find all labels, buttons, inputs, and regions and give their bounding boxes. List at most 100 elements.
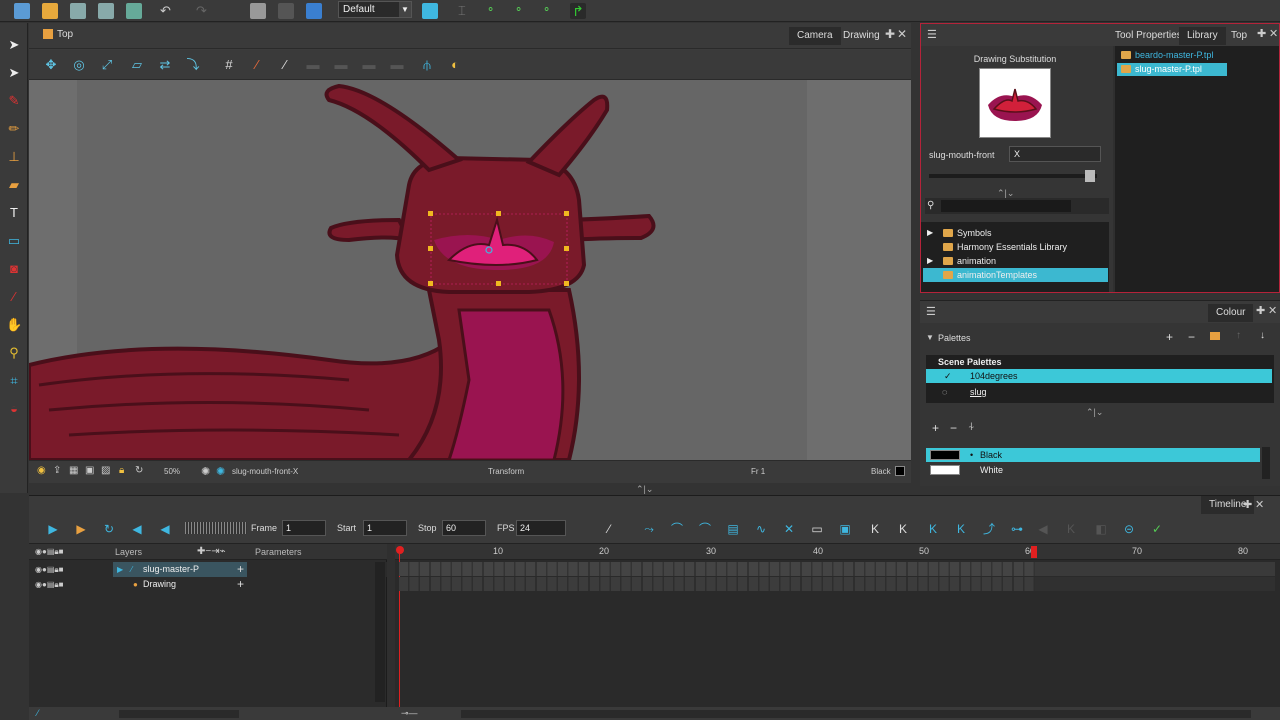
paste-icon[interactable] xyxy=(278,3,294,19)
workspace-icon[interactable] xyxy=(306,3,322,19)
layer-row[interactable]: ◉●▤🔒︎■ ● Drawing + xyxy=(29,577,387,592)
close-icon[interactable]: ✕ xyxy=(1268,304,1277,317)
node-icon[interactable]: ⚬ xyxy=(486,3,502,19)
add-palette-icon[interactable]: + xyxy=(1166,330,1173,344)
play-icon[interactable]: ▶ xyxy=(45,521,61,537)
harmony-icon[interactable]: ↱ xyxy=(570,3,586,19)
playback-speed-slider[interactable] xyxy=(185,522,247,534)
search-input[interactable] xyxy=(941,200,1071,212)
render-icon[interactable]: ▣ xyxy=(85,465,94,476)
layer-row[interactable]: ◉●▤🔒︎■ ▶ ⁄ slug-master-P + xyxy=(29,562,387,577)
tab-tool-properties[interactable]: Tool Properties xyxy=(1107,27,1190,45)
keyframe-constant-icon[interactable]: K xyxy=(953,521,969,537)
tab-library[interactable]: Library xyxy=(1179,27,1226,45)
flip-icon[interactable]: ⇄ xyxy=(157,57,173,73)
dropper-tool-icon[interactable]: ⁄ xyxy=(6,289,22,305)
tab-colour[interactable]: Colour xyxy=(1208,304,1254,322)
layer-cells-row[interactable] xyxy=(399,562,1035,576)
sound-scrub-icon[interactable]: ◀ xyxy=(157,521,173,537)
add-view-icon[interactable]: ✚ xyxy=(1243,498,1252,511)
add-layer-icon[interactable]: ✚−⇥⌁ xyxy=(197,546,226,557)
zoom-level[interactable]: 50% xyxy=(164,467,180,476)
open-folder-icon[interactable] xyxy=(42,3,58,19)
palette-row[interactable]: ✓ 104degrees xyxy=(926,369,1272,383)
collapse-arrows-icon[interactable]: ⌃|⌄ xyxy=(1086,407,1103,418)
stop-motion-icon[interactable]: ▤ xyxy=(725,521,741,537)
ease-out-icon[interactable]: ⌒ xyxy=(697,521,713,537)
rig-icon[interactable]: ⌶ xyxy=(458,3,474,19)
hand-tool-icon[interactable]: ✋ xyxy=(6,317,22,333)
add-parameter-icon[interactable]: + xyxy=(237,562,244,577)
lightbulb-icon[interactable]: ◉ xyxy=(37,465,46,476)
stop-field[interactable]: 60 xyxy=(442,520,486,536)
layer-cells-row[interactable] xyxy=(399,577,1035,591)
tab-top[interactable]: Top xyxy=(1223,27,1255,45)
remove-keyframe-icon[interactable]: K xyxy=(895,521,911,537)
collapse-arrows-icon[interactable]: ⌃|⌄ xyxy=(636,484,653,495)
expand-arrow-icon[interactable]: ▶ xyxy=(927,254,933,268)
skew-icon[interactable]: ▱ xyxy=(129,57,145,73)
rotate-icon[interactable]: ◎ xyxy=(71,57,87,73)
drawing-stage[interactable] xyxy=(29,80,911,460)
contour-editor-icon[interactable]: ➤ xyxy=(6,65,22,81)
tab-camera[interactable]: Camera xyxy=(789,27,841,45)
set-keyframe-icon[interactable]: K xyxy=(925,521,941,537)
motion-keyframe-icon[interactable]: ⤴ xyxy=(981,521,997,537)
tree-row-symbols[interactable]: ▶ Symbols xyxy=(923,226,1108,240)
layers-scrollbar[interactable] xyxy=(375,562,385,702)
node-link-icon[interactable]: ⚬ xyxy=(542,3,558,19)
colour-list-scrollbar[interactable] xyxy=(1262,447,1270,479)
motion-ease-icon[interactable]: ⊶ xyxy=(1009,521,1025,537)
stop-marker[interactable] xyxy=(1031,546,1037,558)
colour-swatch-row[interactable]: • Black xyxy=(926,448,1260,462)
close-icon[interactable]: ✕ xyxy=(1269,27,1278,40)
add-view-icon[interactable]: ✚ xyxy=(885,27,895,41)
frame-field[interactable]: 1 xyxy=(282,520,326,536)
extend-exposure-icon[interactable]: ▭ xyxy=(809,521,825,537)
line-style-icon[interactable]: ⁄ xyxy=(601,521,617,537)
remove-palette-icon[interactable]: − xyxy=(1188,330,1195,344)
panel-menu-icon[interactable]: ☰ xyxy=(927,28,937,41)
fps-field[interactable]: 24 xyxy=(516,520,566,536)
layer-toggle-icons[interactable]: ◉●▤🔒︎■ xyxy=(35,547,63,557)
library-file-item[interactable]: beardo-master-P.tpl xyxy=(1117,49,1227,62)
frame-view-icon[interactable]: ▦ xyxy=(69,465,78,476)
lightbulb-icon[interactable]: ◐ xyxy=(447,57,463,73)
lock-icon[interactable]: 🔒︎ xyxy=(119,465,124,476)
keyframe-ease-icon[interactable]: ⤳ xyxy=(641,521,657,537)
add-view-icon[interactable]: ✚ xyxy=(1256,304,1265,317)
frames-horizontal-scrollbar[interactable] xyxy=(461,710,1251,718)
workspace-manager-icon[interactable] xyxy=(422,3,438,19)
symmetry-icon[interactable]: ⫛ xyxy=(419,57,435,73)
save-icon[interactable] xyxy=(70,3,86,19)
add-parameter-icon[interactable]: + xyxy=(237,577,244,592)
move-down-icon[interactable]: ↓ xyxy=(1260,330,1265,341)
zoom-out-icon[interactable]: ⁄ xyxy=(37,708,39,718)
pencil-tool-icon[interactable]: ✏ xyxy=(6,121,22,137)
slider-thumb[interactable] xyxy=(1085,170,1095,182)
palette-folder-icon[interactable] xyxy=(1210,332,1220,340)
stamp-tool-icon[interactable]: ⊥ xyxy=(6,149,22,165)
loop-icon[interactable]: ↻ xyxy=(101,521,117,537)
light-table-icon[interactable]: ⁄ xyxy=(277,57,293,73)
transform-tool-icon[interactable]: ⚲ xyxy=(6,345,22,361)
tree-row-harmony-essentials[interactable]: Harmony Essentials Library xyxy=(923,240,1108,254)
add-colour-icon[interactable]: + xyxy=(932,421,939,435)
mask-icon[interactable]: ▨ xyxy=(101,465,110,476)
close-icon[interactable]: ✕ xyxy=(1255,498,1264,511)
motion-path-icon[interactable]: ∿ xyxy=(753,521,769,537)
ease-in-icon[interactable]: ⌒ xyxy=(669,521,685,537)
transform-icon[interactable]: ✥ xyxy=(43,57,59,73)
timeline-view-icon[interactable]: ✓ xyxy=(1149,521,1165,537)
save-as-icon[interactable] xyxy=(98,3,114,19)
redo-icon[interactable]: ↷ xyxy=(196,3,212,19)
reset-view-icon[interactable]: ⇪ xyxy=(53,465,61,476)
play-selection-icon[interactable]: ▶ xyxy=(73,521,89,537)
onion-skin-timeline-icon[interactable]: ⊝ xyxy=(1121,521,1137,537)
tab-drawing[interactable]: Drawing xyxy=(835,27,888,45)
new-file-icon[interactable] xyxy=(14,3,30,19)
playhead-handle[interactable] xyxy=(396,546,404,554)
paint-tool-icon[interactable]: ◙ xyxy=(6,261,22,277)
layers-horizontal-scrollbar[interactable] xyxy=(119,710,239,718)
export-icon[interactable] xyxy=(126,3,142,19)
